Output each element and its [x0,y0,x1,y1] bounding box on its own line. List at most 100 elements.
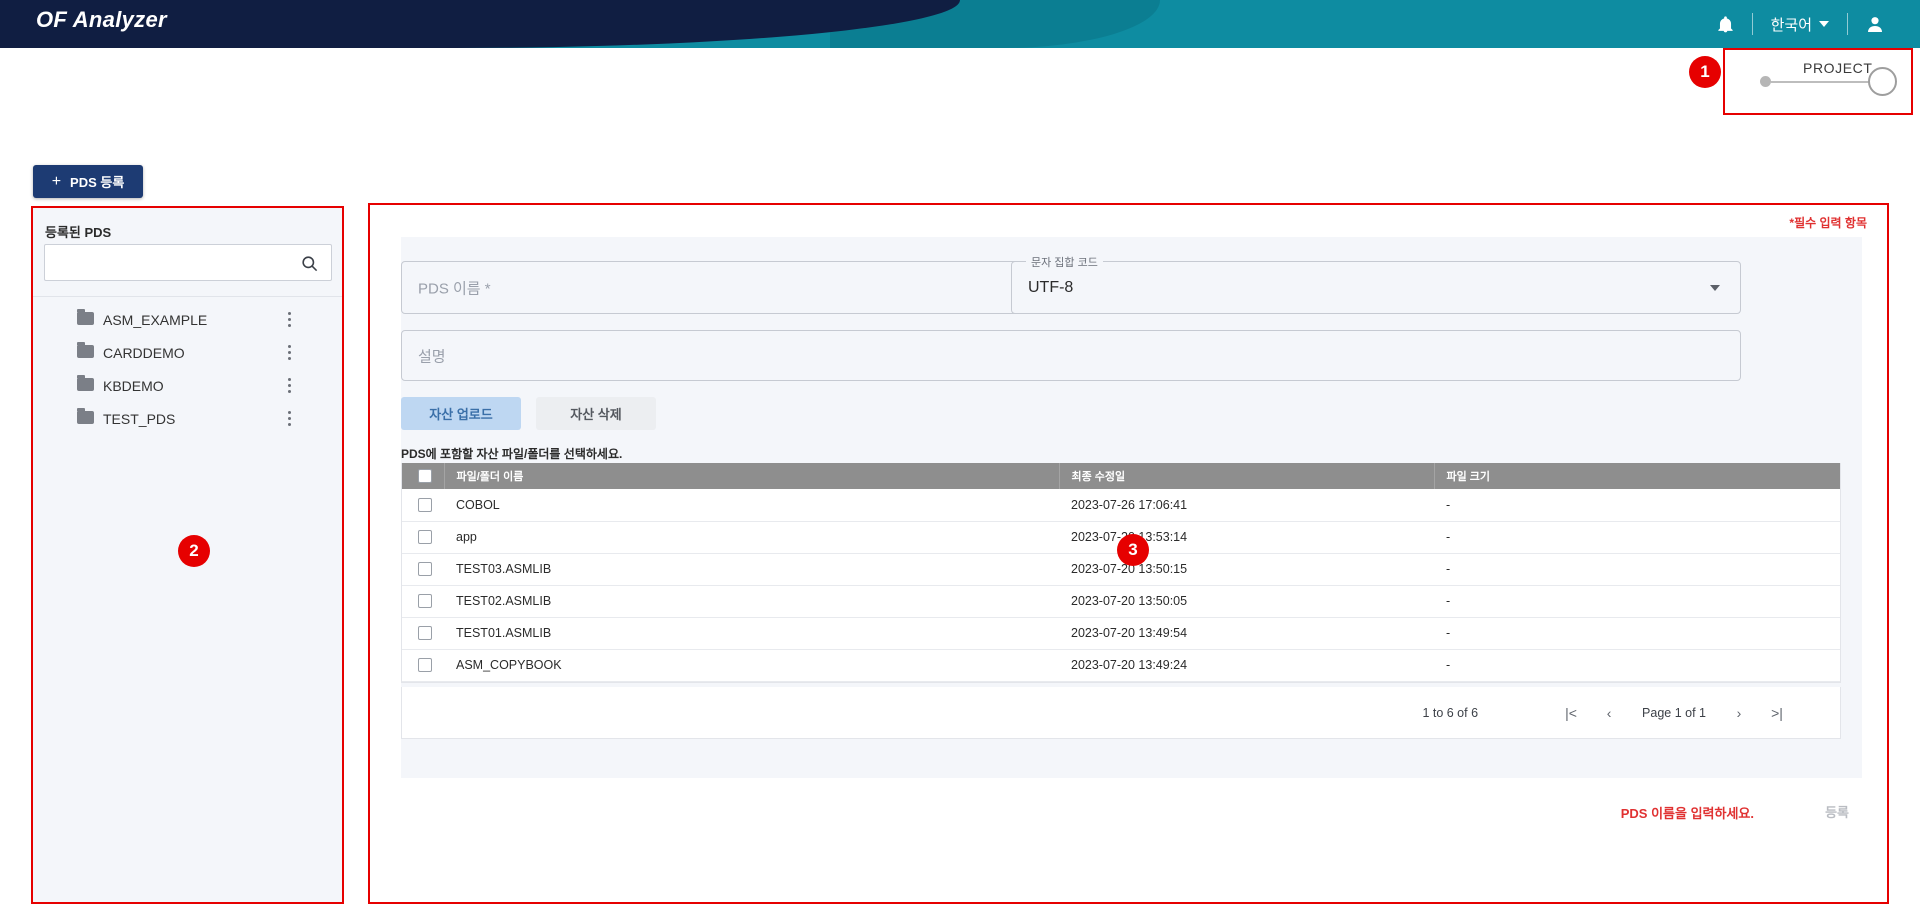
cell-size: - [1434,617,1840,650]
required-field-note: *필수 입력 항목 [1789,216,1867,230]
charset-select[interactable]: 문자 집합 코드 UTF-8 [1011,254,1741,314]
stepper-label: PROJECT [1803,60,1873,76]
validation-message: PDS 이름을 입력하세요. [1620,806,1754,821]
cell-name: TEST01.ASMLIB [444,617,1059,650]
more-options-icon[interactable] [280,408,298,428]
row-checkbox[interactable] [418,594,432,609]
row-checkbox[interactable] [418,530,432,545]
cell-name: app [444,521,1059,554]
row-checkbox[interactable] [418,498,432,513]
cell-modified: 2023-07-20 13:49:54 [1059,617,1434,650]
project-stepper: PROJECT [1723,48,1913,115]
cell-size: - [1434,521,1840,554]
list-item[interactable]: CARDDEMO [33,336,342,369]
pds-search-box[interactable] [44,244,332,281]
table-row[interactable]: TEST01.ASMLIB 2023-07-20 13:49:54 - [402,617,1840,650]
row-checkbox[interactable] [418,626,432,641]
table-row[interactable]: COBOL 2023-07-26 17:06:41 - [402,489,1840,522]
table-pagination: 1 to 6 of 6 |< ‹ Page 1 of 1 › >| [401,687,1841,739]
cell-size: - [1434,553,1840,586]
cell-size: - [1434,585,1840,618]
app-logo: OF Analyzer [36,7,167,32]
stepper-dot-icon [1760,76,1771,87]
select-all-header [402,463,445,489]
row-select-cell [402,521,444,554]
cell-name: TEST03.ASMLIB [444,553,1059,586]
pds-name: ASM_EXAMPLE [103,311,208,328]
cell-modified: 2023-07-20 13:49:24 [1059,649,1434,682]
row-select-cell [402,489,444,522]
cell-modified: 2023-07-20 13:53:14 [1059,521,1434,554]
user-icon[interactable] [1848,0,1902,48]
header-actions: 한국어 [1700,0,1902,48]
pds-name-placeholder: PDS 이름 * [418,280,491,297]
search-icon[interactable] [300,254,319,278]
last-page-button[interactable]: >| [1758,698,1796,728]
charset-value: UTF-8 [1028,278,1074,296]
register-pds-button[interactable]: + PDS 등록 [33,165,143,198]
upload-asset-button[interactable]: 자산 업로드 [401,397,521,430]
registered-pds-title: 등록된 PDS [45,225,112,240]
language-label: 한국어 [1770,16,1812,34]
pds-folder-list: ASM_EXAMPLE CARDDEMO KBDEMO TEST_PDS [33,303,342,435]
row-select-cell [402,649,444,682]
panel-divider [33,296,342,297]
pds-name: TEST_PDS [103,410,176,427]
row-checkbox[interactable] [418,658,432,673]
asset-table: 파일/폴더 이름 최종 수정일 파일 크기 COBOL 2023-07-26 1… [401,463,1841,683]
select-all-checkbox[interactable] [418,469,432,483]
pds-form: PDS 이름 * ! 문자 집합 코드 UTF-8 설명 자산 업로드 자산 삭… [401,237,1862,778]
delete-asset-button[interactable]: 자산 삭제 [536,397,656,430]
folder-icon [77,342,94,358]
more-options-icon[interactable] [280,309,298,329]
cell-size: - [1434,489,1840,522]
chevron-down-icon [1710,284,1720,291]
table-row[interactable]: ASM_COPYBOOK 2023-07-20 13:49:24 - [402,649,1840,682]
register-pds-label: PDS 등록 [70,175,125,190]
folder-icon [77,408,94,424]
cell-name: ASM_COPYBOOK [444,649,1059,682]
column-header-name[interactable]: 파일/폴더 이름 [444,463,1060,489]
submit-button[interactable]: 등록 [1819,801,1855,822]
chevron-down-icon [1819,21,1829,27]
description-placeholder: 설명 [418,348,446,365]
row-select-cell [402,585,444,618]
pagination-count: 1 to 6 of 6 [1422,705,1479,720]
annotation-badge-3: 3 [1117,534,1149,566]
stepper-line [1771,80,1869,83]
cell-modified: 2023-07-20 13:50:05 [1059,585,1434,618]
table-header-row: 파일/폴더 이름 최종 수정일 파일 크기 [402,463,1840,489]
annotation-badge-2: 2 [178,535,210,567]
cell-modified: 2023-07-26 17:06:41 [1059,489,1434,522]
table-body: COBOL 2023-07-26 17:06:41 - app 2023-07-… [402,489,1840,682]
prev-page-button[interactable]: ‹ [1590,698,1628,728]
cell-name: TEST02.ASMLIB [444,585,1059,618]
top-bar: OF Analyzer 한국어 [0,0,1920,48]
table-row[interactable]: TEST02.ASMLIB 2023-07-20 13:50:05 - [402,585,1840,618]
column-header-size[interactable]: 파일 크기 [1434,463,1840,489]
row-select-cell [402,553,444,586]
column-header-modified[interactable]: 최종 수정일 [1059,463,1435,489]
cell-modified: 2023-07-20 13:50:15 [1059,553,1434,586]
folder-icon [77,309,94,325]
list-item[interactable]: ASM_EXAMPLE [33,303,342,336]
pagination-page-label: Page 1 of 1 [1642,705,1706,720]
pds-name: KBDEMO [103,377,164,394]
folder-icon [77,375,94,391]
plus-icon: + [51,172,62,190]
language-selector[interactable]: 한국어 [1753,14,1847,35]
list-item[interactable]: TEST_PDS [33,402,342,435]
description-input[interactable]: 설명 [401,330,1741,381]
row-checkbox[interactable] [418,562,432,577]
annotation-badge-1: 1 [1689,56,1721,88]
first-page-button[interactable]: |< [1552,698,1590,728]
bell-icon[interactable] [1700,0,1752,48]
charset-label: 문자 집합 코드 [1026,254,1103,270]
more-options-icon[interactable] [280,375,298,395]
asset-select-hint: PDS에 포함할 자산 파일/폴더를 선택하세요. [401,447,623,461]
cell-size: - [1434,649,1840,682]
list-item[interactable]: KBDEMO [33,369,342,402]
more-options-icon[interactable] [280,342,298,362]
next-page-button[interactable]: › [1720,698,1758,728]
search-input[interactable] [55,245,295,280]
